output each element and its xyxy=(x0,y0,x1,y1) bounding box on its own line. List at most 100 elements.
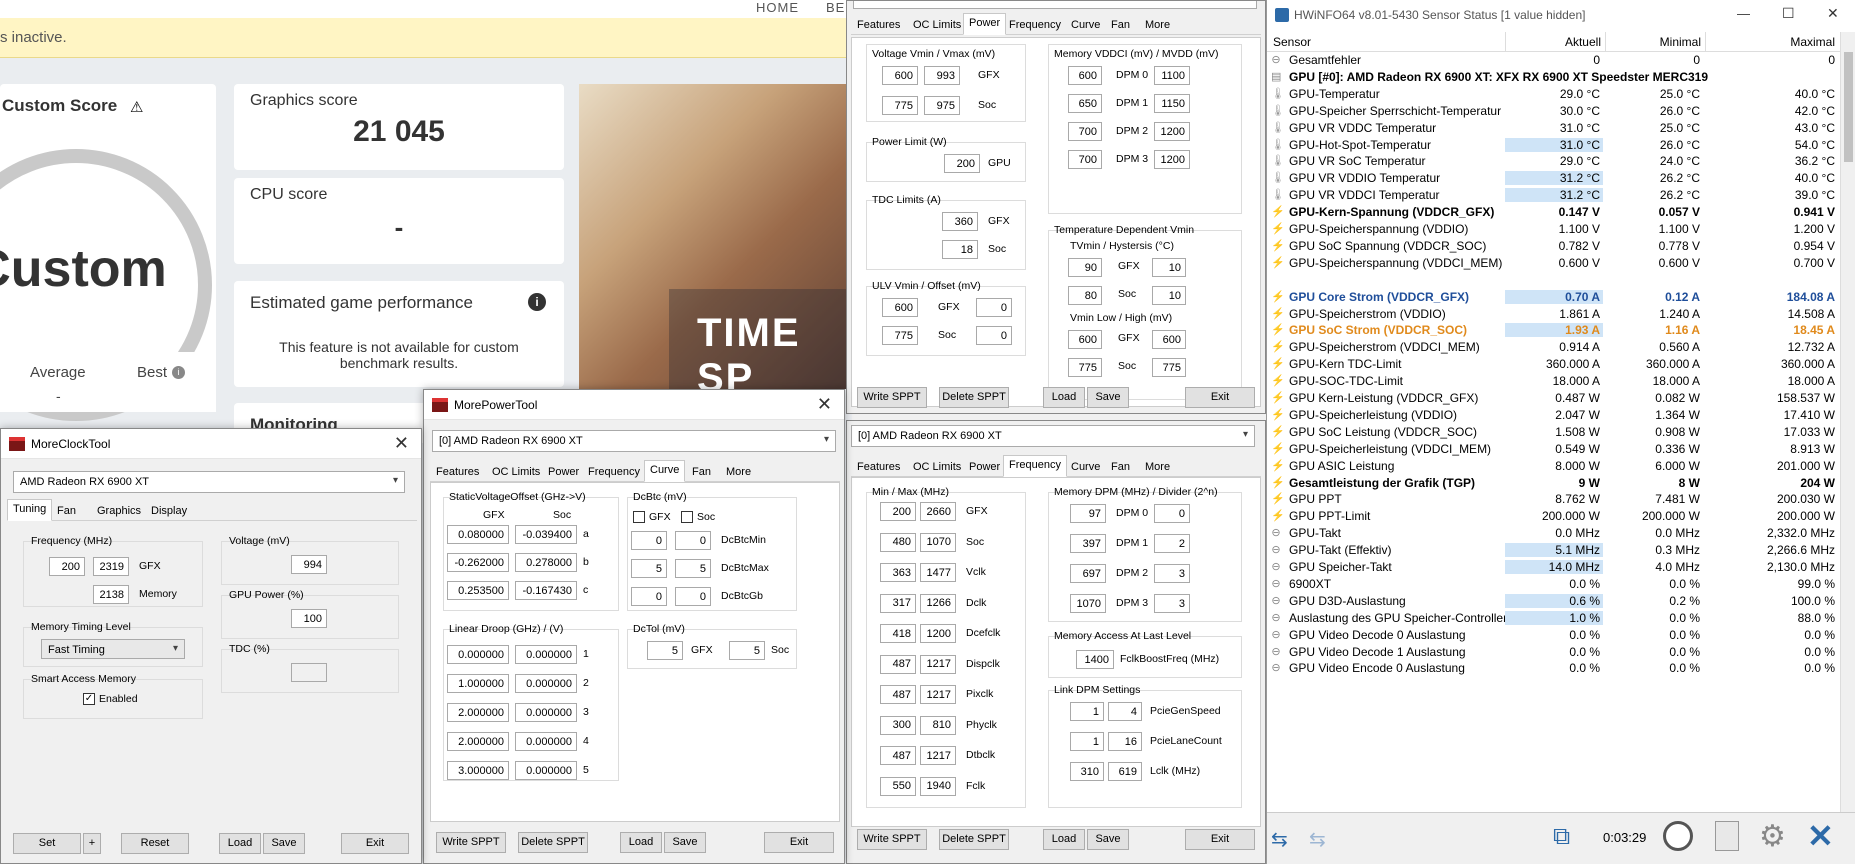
mvdd-input[interactable] xyxy=(1154,94,1190,113)
droop-ghz-input[interactable] xyxy=(447,761,509,780)
vddci-input[interactable] xyxy=(1068,150,1102,169)
tvmin-soc-input[interactable] xyxy=(1068,286,1102,305)
tab-features[interactable]: Features xyxy=(851,15,906,35)
exit-button[interactable]: Exit xyxy=(341,833,409,854)
droop-ghz-input[interactable] xyxy=(447,703,509,722)
tab-graphics[interactable]: Graphics xyxy=(91,501,147,521)
memdpm-divider-input[interactable] xyxy=(1154,594,1190,613)
svo-soc-input[interactable] xyxy=(515,525,577,544)
exit-button[interactable]: Exit xyxy=(764,832,834,853)
sam-checkbox[interactable]: ✓ xyxy=(83,693,95,705)
dcbtc-gfx-input[interactable] xyxy=(631,559,667,578)
tdc-gfx-input[interactable] xyxy=(942,212,978,231)
droop-ghz-input[interactable] xyxy=(447,645,509,664)
sensor-row[interactable]: ⚡ GPU-Speicherstrom (VDDIO) 1.861 A 1.240 A… xyxy=(1267,306,1840,323)
freq-max-input[interactable] xyxy=(920,593,956,613)
svo-gfx-input[interactable] xyxy=(447,553,509,572)
vmin-high-gfx-input[interactable] xyxy=(1152,330,1186,349)
tab-fan[interactable]: Fan xyxy=(1105,457,1136,477)
load-button[interactable]: Load xyxy=(1043,829,1085,850)
droop-ghz-input[interactable] xyxy=(447,732,509,751)
load-button[interactable]: Load xyxy=(219,833,261,854)
vmin-high-soc-input[interactable] xyxy=(1152,358,1186,377)
link-min-input[interactable] xyxy=(1070,762,1104,781)
svo-soc-input[interactable] xyxy=(515,581,577,600)
save-button[interactable]: Save xyxy=(1087,829,1129,850)
vmin-low-soc-input[interactable] xyxy=(1068,358,1102,377)
tab-display[interactable]: Display xyxy=(145,501,193,521)
link-max-input[interactable] xyxy=(1108,762,1142,781)
tab-frequency[interactable]: Frequency xyxy=(582,462,646,482)
save-button[interactable]: Save xyxy=(1087,387,1129,408)
sensor-row[interactable]: ⚡ GPU-Speicherleistung (VDDCI_MEM) 0.549 W… xyxy=(1267,441,1840,458)
link-max-input[interactable] xyxy=(1108,702,1142,721)
col-maximal[interactable]: Maximal xyxy=(1705,35,1835,49)
dcbtc-gfx-checkbox[interactable] xyxy=(633,511,645,523)
tab-fan[interactable]: Fan xyxy=(686,462,717,482)
droop-v-input[interactable] xyxy=(515,732,577,751)
dcbtc-gfx-input[interactable] xyxy=(631,587,667,606)
tab-power[interactable]: Power xyxy=(963,457,1006,477)
freq-min-input[interactable] xyxy=(880,502,916,521)
vmax-soc-input[interactable] xyxy=(924,96,960,115)
freq-max-input[interactable] xyxy=(920,502,956,521)
link-min-input[interactable] xyxy=(1070,732,1104,751)
tab-curve[interactable]: Curve xyxy=(1065,457,1106,477)
tab-fan[interactable]: Fan xyxy=(51,501,82,521)
vmin-low-gfx-input[interactable] xyxy=(1068,330,1102,349)
droop-ghz-input[interactable] xyxy=(447,674,509,693)
link-max-input[interactable] xyxy=(1108,732,1142,751)
sensor-row[interactable]: ⚡ GPU-Speicherstrom (VDDCI_MEM) 0.914 A 0.5… xyxy=(1267,339,1840,356)
vddci-input[interactable] xyxy=(1068,66,1102,85)
sensor-row[interactable] xyxy=(1267,272,1840,289)
sensor-row[interactable]: ⊖ GPU D3D-Auslastung 0.6 % 0.2 % 100.0 % xyxy=(1267,593,1840,610)
write-sppt-button[interactable]: Write SPPT xyxy=(436,832,506,853)
sensor-row[interactable]: ⊖ GPU Video Decode 1 Auslastung 0.0 % 0.0 %… xyxy=(1267,644,1840,661)
report-icon[interactable] xyxy=(1715,821,1739,851)
nav-arrows-icon[interactable]: ⇆ xyxy=(1271,827,1288,852)
sensor-row[interactable]: ⚡ GPU PPT 8.762 W 7.481 W 200.030 W xyxy=(1267,491,1840,508)
delete-sppt-button[interactable]: Delete SPPT xyxy=(518,832,588,853)
sensor-row[interactable]: 🌡 GPU-Temperatur 29.0 °C 25.0 °C 40.0 °C xyxy=(1267,86,1840,103)
freq-max-input[interactable] xyxy=(920,563,956,582)
close-icon[interactable]: ✕ xyxy=(394,433,409,454)
freq-min-input[interactable] xyxy=(880,563,916,582)
memdpm-divider-input[interactable] xyxy=(1154,504,1190,523)
sensor-row[interactable]: ⊖ 6900XT 0.0 % 0.0 % 99.0 % xyxy=(1267,576,1840,593)
droop-v-input[interactable] xyxy=(515,703,577,722)
freq-min-input[interactable] xyxy=(880,685,916,704)
sensor-row[interactable]: ▤ GPU [#0]: AMD Radeon RX 6900 XT: XFX RX… xyxy=(1267,69,1840,86)
delete-sppt-button[interactable]: Delete SPPT xyxy=(939,387,1009,408)
sensor-row[interactable]: ⚡ GPU-Kern TDC-Limit 360.000 A 360.000 A 360… xyxy=(1267,356,1840,373)
dcbtc-soc-checkbox[interactable] xyxy=(681,511,693,523)
tab-features[interactable]: Features xyxy=(851,457,906,477)
ulv-soc-offset-input[interactable] xyxy=(976,326,1012,345)
device-select[interactable]: [0] AMD Radeon RX 6900 XT ▾ xyxy=(432,430,836,452)
load-button[interactable]: Load xyxy=(620,832,662,853)
mvdd-input[interactable] xyxy=(1154,66,1190,85)
network-icon[interactable]: ⧉ xyxy=(1553,823,1570,851)
tdc-soc-input[interactable] xyxy=(942,240,978,259)
sensor-row[interactable]: ⚡ GPU ASIC Leistung 8.000 W 6.000 W 201.000 … xyxy=(1267,458,1840,475)
svo-soc-input[interactable] xyxy=(515,553,577,572)
load-button[interactable]: Load xyxy=(1043,387,1085,408)
sensor-row[interactable]: 🌡 GPU VR VDDCI Temperatur 31.2 °C 26.2 °C 39… xyxy=(1267,187,1840,204)
vddci-input[interactable] xyxy=(1068,94,1102,113)
sensor-row[interactable]: ⊖ Auslastung des GPU Speicher-Controllers… xyxy=(1267,610,1840,627)
col-minimal[interactable]: Minimal xyxy=(1605,35,1701,49)
device-select[interactable]: AMD Radeon RX 6900 XT ▾ xyxy=(13,471,405,493)
tab-more[interactable]: More xyxy=(1139,457,1176,477)
vmin-soc-input[interactable] xyxy=(882,96,918,115)
droop-v-input[interactable] xyxy=(515,645,577,664)
info-icon[interactable]: i xyxy=(528,293,546,311)
best-info-icon[interactable]: i xyxy=(172,366,185,379)
mvdd-input[interactable] xyxy=(1154,150,1190,169)
scrollbar-thumb[interactable] xyxy=(1844,52,1853,162)
tab-frequency[interactable]: Frequency xyxy=(1003,15,1067,35)
tab-curve[interactable]: Curve xyxy=(644,460,686,482)
sensor-row[interactable]: ⚡ GPU-Speicherspannung (VDDIO) 1.100 V 1.10… xyxy=(1267,221,1840,238)
voltage-input[interactable] xyxy=(291,555,327,574)
sensor-row[interactable]: ⚡ GPU-SOC-TDC-Limit 18.000 A 18.000 A 18.000… xyxy=(1267,373,1840,390)
sensor-row[interactable]: ⚡ Gesamtleistung der Grafik (TGP) 9 W 8 W 20… xyxy=(1267,475,1840,492)
freq-max-input[interactable] xyxy=(920,746,956,765)
